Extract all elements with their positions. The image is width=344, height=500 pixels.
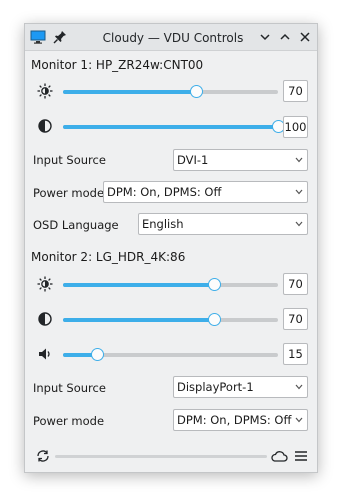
brightness-icon — [37, 83, 53, 99]
chevron-down-icon — [295, 384, 303, 390]
chevron-down-icon — [295, 157, 303, 163]
monitor2-title: Monitor 2: LG_HDR_4K:86 — [31, 250, 186, 264]
refresh-icon[interactable] — [35, 448, 51, 464]
monitor2-power-mode-select[interactable]: DPM: On, DPMS: Off — [173, 409, 308, 431]
monitor2-volume-value[interactable]: 15 — [283, 343, 308, 365]
combo-value: DisplayPort-1 — [177, 380, 254, 394]
chevron-down-icon — [295, 417, 303, 423]
brightness-icon — [37, 276, 53, 292]
monitor1-power-mode-select[interactable]: DPM: On, DPMS: Off — [103, 181, 308, 203]
monitor2-volume-slider[interactable] — [63, 348, 278, 362]
monitor1-power-mode-label: Power mode — [33, 186, 105, 200]
monitor2-brightness-slider[interactable] — [63, 278, 278, 292]
bottom-bar — [25, 442, 317, 472]
monitor1-brightness-slider[interactable] — [63, 85, 278, 99]
minimize-icon[interactable] — [257, 29, 273, 45]
monitor2-contrast-value[interactable]: 70 — [283, 308, 308, 330]
chevron-down-icon — [295, 189, 303, 195]
slider-fill — [63, 283, 214, 287]
monitor1-brightness-value[interactable]: 70 — [283, 80, 308, 102]
monitor1-input-source-select[interactable]: DVI-1 — [173, 149, 308, 171]
slider-handle[interactable] — [91, 348, 105, 361]
close-icon[interactable] — [297, 29, 313, 45]
contrast-icon — [38, 119, 52, 133]
vdu-controls-window: Cloudy — VDU Controls Monitor 1: HP_ZR24… — [24, 23, 318, 473]
monitor1-contrast-slider[interactable] — [63, 120, 285, 134]
slider-handle[interactable] — [190, 85, 204, 98]
monitor1-contrast-value[interactable]: 100 — [283, 116, 308, 138]
slider-fill — [63, 318, 214, 322]
slider-handle[interactable] — [207, 313, 221, 326]
monitor1-input-source-label: Input Source — [33, 153, 106, 167]
monitor1-osd-language-select[interactable]: English — [138, 213, 308, 235]
combo-value: DPM: On, DPMS: Off — [177, 413, 292, 427]
slider-handle[interactable] — [207, 278, 221, 291]
monitor2-input-source-label: Input Source — [33, 381, 106, 395]
cloud-icon[interactable] — [270, 448, 288, 464]
monitor2-contrast-slider[interactable] — [63, 313, 278, 327]
combo-value: DVI-1 — [177, 153, 209, 167]
progress-track — [55, 455, 267, 458]
slider-fill — [63, 125, 278, 129]
maximize-icon[interactable] — [277, 29, 293, 45]
contrast-icon — [38, 312, 52, 326]
pin-icon[interactable] — [52, 29, 68, 45]
menu-icon[interactable] — [294, 449, 308, 463]
volume-icon — [39, 348, 50, 360]
title-bar[interactable]: Cloudy — VDU Controls — [25, 24, 317, 51]
monitor-icon — [30, 30, 46, 44]
monitor2-power-mode-label: Power mode — [33, 414, 105, 428]
combo-value: English — [142, 217, 184, 231]
monitor2-input-source-select[interactable]: DisplayPort-1 — [173, 376, 308, 398]
chevron-down-icon — [295, 221, 303, 227]
monitor1-title: Monitor 1: HP_ZR24w:CNT00 — [31, 58, 204, 72]
window-title: Cloudy — VDU Controls — [102, 31, 244, 45]
slider-fill — [63, 90, 197, 94]
combo-value: DPM: On, DPMS: Off — [107, 185, 222, 199]
monitor1-osd-language-label: OSD Language — [33, 218, 119, 232]
monitor2-brightness-value[interactable]: 70 — [283, 273, 308, 295]
